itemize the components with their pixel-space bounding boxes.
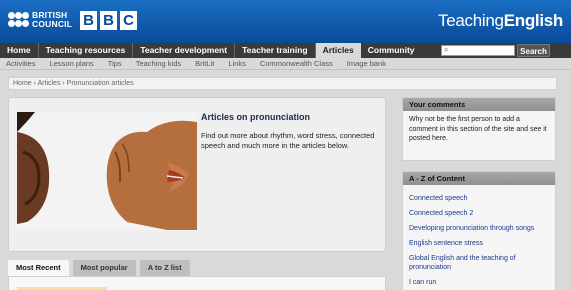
intro-panel: Articles on pronunciation Find out more … bbox=[8, 97, 386, 252]
a-z-link-connected-speech[interactable]: Connected speech bbox=[409, 194, 549, 203]
a-z-link-english-sentence-stress[interactable]: English sentence stress bbox=[409, 239, 549, 248]
nav-teacher-development[interactable]: Teacher development bbox=[133, 43, 236, 58]
bbc-letter: C bbox=[120, 11, 137, 30]
breadcrumb[interactable]: Home › Articles › Pronunciation articles bbox=[8, 77, 557, 90]
sub-nav: Activities Lesson plans Tips Teaching ki… bbox=[0, 58, 571, 70]
nav-teacher-training[interactable]: Teacher training bbox=[235, 43, 316, 58]
comments-box: Your comments Why not be the first perso… bbox=[402, 97, 556, 161]
a-z-link-connected-speech-2[interactable]: Connected speech 2 bbox=[409, 209, 549, 218]
nav-community[interactable]: Community bbox=[361, 43, 422, 58]
british-council-logo[interactable]: BRITISH COUNCIL bbox=[8, 11, 72, 28]
subnav-image-bank[interactable]: Image bank bbox=[341, 58, 394, 69]
bbc-logo[interactable]: B B C bbox=[80, 11, 137, 30]
subnav-links[interactable]: Links bbox=[222, 58, 254, 69]
main-nav: Home Teaching resources Teacher developm… bbox=[0, 43, 571, 58]
a-z-heading: A - Z of Content bbox=[403, 172, 555, 185]
whisper-photo bbox=[17, 112, 197, 230]
nav-articles[interactable]: Articles bbox=[315, 43, 361, 58]
tab-most-popular[interactable]: Most popular bbox=[72, 260, 136, 276]
search-input[interactable]: ⌕ bbox=[441, 45, 515, 56]
a-z-box: A - Z of Content Connected speech Connec… bbox=[402, 171, 556, 290]
search-button[interactable]: Search bbox=[517, 44, 550, 57]
search-icon: ⌕ bbox=[444, 45, 449, 54]
a-z-list: Connected speech Connected speech 2 Deve… bbox=[403, 185, 555, 290]
bbc-letter: B bbox=[80, 11, 97, 30]
subnav-tips[interactable]: Tips bbox=[102, 58, 130, 69]
british-council-dots-icon bbox=[8, 11, 29, 28]
a-z-link-global-english[interactable]: Global English and the teaching of pronu… bbox=[409, 254, 549, 272]
a-z-link-developing-pronunciation[interactable]: Developing pronunciation through songs bbox=[409, 224, 549, 233]
subnav-commonwealth-class[interactable]: Commonwealth Class bbox=[254, 58, 341, 69]
subnav-activities[interactable]: Activities bbox=[0, 58, 44, 69]
comments-text: Why not be the first person to add a com… bbox=[409, 116, 547, 142]
intro-title: Articles on pronunciation bbox=[201, 112, 311, 122]
tab-most-recent[interactable]: Most Recent bbox=[8, 260, 69, 276]
comments-heading: Your comments bbox=[403, 98, 555, 111]
subnav-teaching-kids[interactable]: Teaching kids bbox=[130, 58, 189, 69]
a-z-link-i-can-run[interactable]: I can run bbox=[409, 278, 549, 287]
article-tabs: Most Recent Most popular A to Z list bbox=[8, 260, 190, 276]
british-council-wordmark: BRITISH COUNCIL bbox=[32, 10, 73, 29]
nav-home[interactable]: Home bbox=[0, 43, 39, 58]
tab-content bbox=[8, 276, 386, 290]
intro-text: Find out more about rhythm, word stress,… bbox=[201, 131, 375, 150]
site-header: BRITISH COUNCIL B B C TeachingEnglish bbox=[0, 0, 571, 43]
subnav-britlit[interactable]: BritLit bbox=[189, 58, 222, 69]
subnav-lesson-plans[interactable]: Lesson plans bbox=[44, 58, 102, 69]
teachingenglish-logo[interactable]: TeachingEnglish bbox=[438, 11, 563, 31]
nav-teaching-resources[interactable]: Teaching resources bbox=[39, 43, 134, 58]
tab-a-to-z-list[interactable]: A to Z list bbox=[139, 260, 190, 276]
bbc-letter: B bbox=[100, 11, 117, 30]
